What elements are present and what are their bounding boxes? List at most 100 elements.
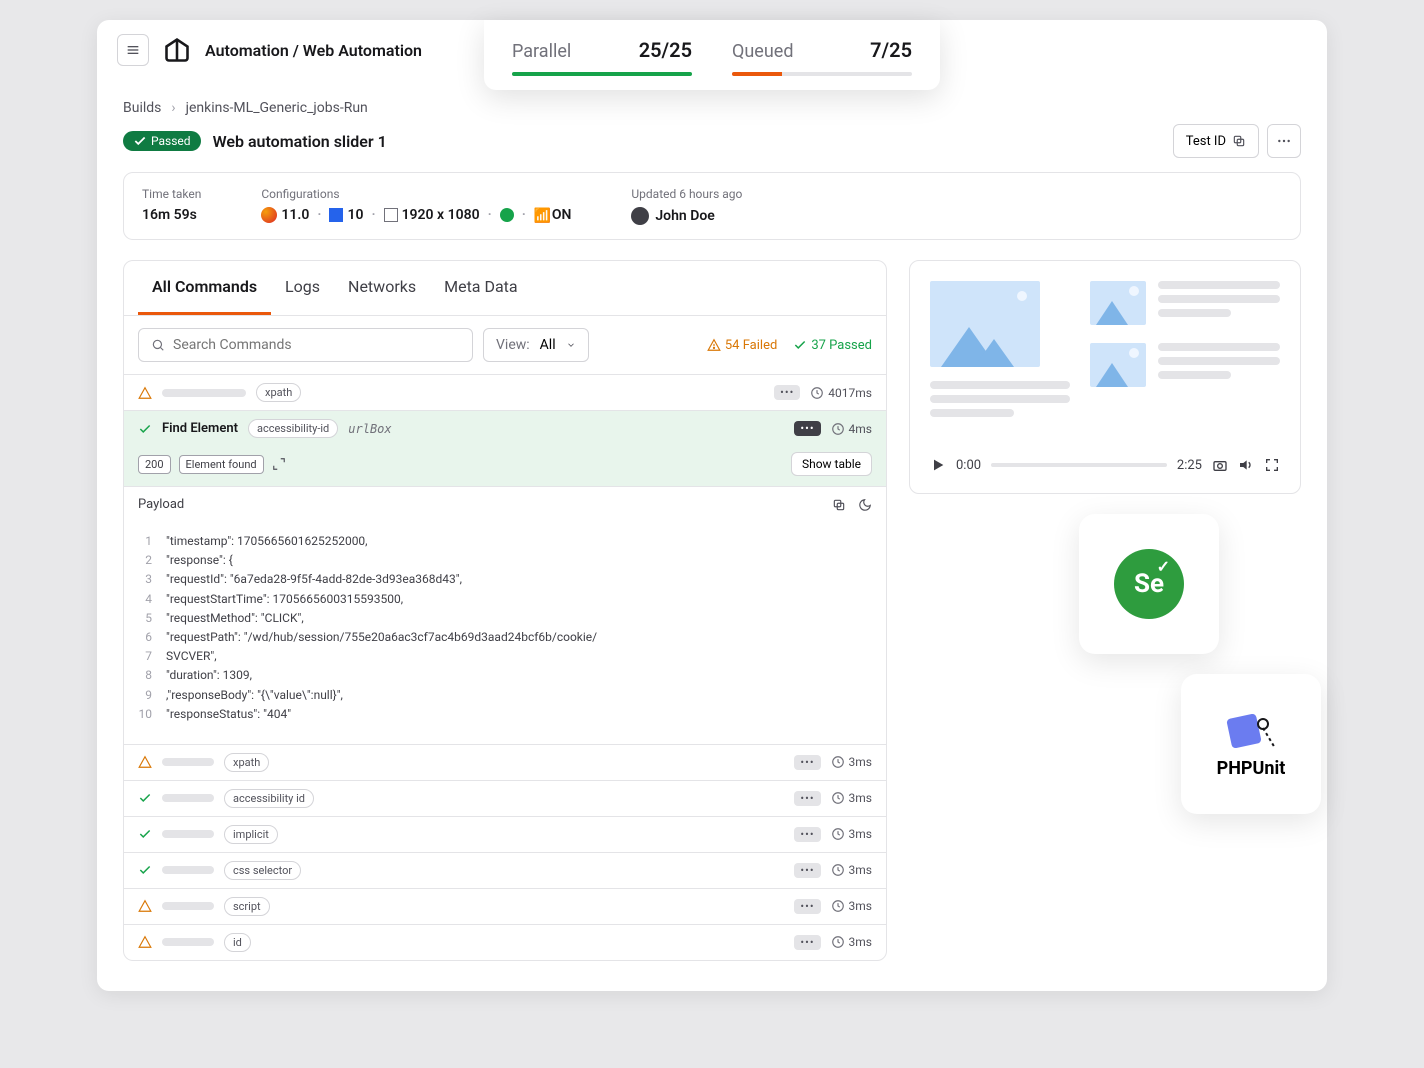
clock-icon (810, 386, 824, 400)
command-row[interactable]: xpath ••• 4017ms (124, 374, 886, 410)
volume-icon[interactable] (1238, 457, 1254, 473)
row-more-button[interactable]: ••• (794, 791, 820, 806)
user-name: John Doe (655, 208, 714, 224)
clock-icon (831, 827, 845, 841)
row-more-button[interactable]: ••• (794, 421, 820, 436)
locator-tag: css selector (224, 861, 301, 880)
updated-label: Updated 6 hours ago (631, 187, 742, 201)
result-bar: 200 Element found Show table (124, 446, 886, 486)
status-dot-icon (500, 208, 514, 222)
command-row[interactable]: accessibility id •••3ms (124, 780, 886, 816)
tab-all-commands[interactable]: All Commands (138, 261, 271, 315)
configurations-label: Configurations (261, 187, 571, 201)
app-logo (163, 36, 191, 64)
copy-icon[interactable] (832, 498, 846, 512)
avatar (631, 207, 649, 225)
row-more-button[interactable]: ••• (774, 385, 800, 400)
clock-icon (831, 755, 845, 769)
locator-value: urlBox (348, 422, 391, 436)
breadcrumb-root[interactable]: Builds (123, 100, 161, 116)
video-preview: 0:00 2:25 (909, 260, 1301, 494)
check-icon (138, 422, 152, 436)
video-total-time: 2:25 (1177, 458, 1202, 473)
image-placeholder (1090, 281, 1146, 325)
breadcrumb-current: jenkins-ML_Generic_jobs-Run (186, 100, 368, 116)
failed-count: 54 Failed (707, 338, 777, 353)
locator-tag: xpath (224, 753, 269, 772)
queued-label: Queued (732, 41, 793, 62)
video-current-time: 0:00 (956, 458, 981, 473)
windows-icon (329, 208, 343, 222)
parallel-label: Parallel (512, 41, 571, 62)
warning-icon (138, 899, 152, 913)
chevron-down-icon (566, 340, 576, 350)
theme-icon[interactable] (858, 498, 872, 512)
menu-button[interactable] (117, 34, 149, 66)
test-id-button[interactable]: Test ID (1173, 124, 1259, 158)
result-text: Element found (179, 455, 264, 474)
more-button[interactable] (1267, 124, 1301, 158)
clock-icon (831, 791, 845, 805)
parallel-value: 25/25 (639, 38, 692, 62)
search-input[interactable] (138, 328, 473, 362)
phpunit-logo-card: PHPUnit (1181, 674, 1321, 814)
image-placeholder (1090, 343, 1146, 387)
check-icon (138, 863, 152, 877)
tab-networks[interactable]: Networks (334, 261, 430, 315)
row-more-button[interactable]: ••• (794, 863, 820, 878)
clock-icon (831, 422, 845, 436)
image-placeholder (930, 281, 1040, 367)
tab-meta-data[interactable]: Meta Data (430, 261, 532, 315)
payload-code: 1"timestamp": 170566560162525200­0, 2 "r… (124, 522, 886, 744)
stats-overlay: Parallel 25/25 Queued 7/25 (484, 20, 940, 90)
show-table-button[interactable]: Show table (791, 452, 872, 476)
warning-icon (138, 386, 152, 400)
row-more-button[interactable]: ••• (794, 827, 820, 842)
command-row[interactable]: xpath •••3ms (124, 744, 886, 780)
video-progress[interactable] (991, 463, 1167, 467)
camera-icon[interactable] (1212, 457, 1228, 473)
command-row[interactable]: id •••3ms (124, 924, 886, 960)
command-row[interactable]: script •••3ms (124, 888, 886, 924)
fullscreen-icon[interactable] (1264, 457, 1280, 473)
meta-card: Time taken 16m 59s Configurations 11.0 ·… (123, 172, 1301, 240)
warning-icon (138, 935, 152, 949)
app-title: Automation / Web Automation (205, 41, 422, 60)
command-row[interactable]: implicit •••3ms (124, 816, 886, 852)
play-button[interactable] (930, 457, 946, 473)
command-name: Find Element (162, 421, 238, 436)
locator-tag: script (224, 897, 270, 916)
breadcrumb: Builds › jenkins-ML_Generic_jobs-Run (97, 100, 1327, 116)
status-code: 200 (138, 455, 171, 474)
clock-icon (831, 899, 845, 913)
row-more-button[interactable]: ••• (794, 935, 820, 950)
copy-icon (1232, 134, 1246, 148)
chevron-right-icon: › (171, 100, 175, 116)
locator-tag: accessibility-id (248, 419, 338, 438)
payload-header: Payload (124, 486, 886, 522)
network-icon: 📶 (534, 208, 548, 222)
passed-count: 37 Passed (793, 338, 872, 353)
browser-icon (261, 207, 277, 223)
check-icon (138, 827, 152, 841)
command-row[interactable]: css selector •••3ms (124, 852, 886, 888)
clock-icon (831, 863, 845, 877)
clock-icon (831, 935, 845, 949)
row-more-button[interactable]: ••• (794, 755, 820, 770)
view-select[interactable]: View: All (483, 328, 589, 362)
row-more-button[interactable]: ••• (794, 899, 820, 914)
queued-value: 7/25 (870, 38, 912, 62)
locator-tag: implicit (224, 825, 278, 844)
command-row-expanded[interactable]: Find Element accessibility-id urlBox •••… (124, 410, 886, 446)
search-icon (151, 338, 165, 352)
tab-logs[interactable]: Logs (271, 261, 334, 315)
status-badge: Passed (123, 131, 201, 151)
check-icon (138, 791, 152, 805)
selenium-logo-card: ✓ Se (1079, 514, 1219, 654)
time-taken-label: Time taken (142, 187, 201, 201)
locator-tag: id (224, 933, 251, 952)
locator-tag: accessibility id (224, 789, 314, 808)
resolution-icon (384, 208, 398, 222)
expand-icon[interactable] (272, 457, 286, 471)
time-taken-value: 16m 59s (142, 207, 201, 223)
